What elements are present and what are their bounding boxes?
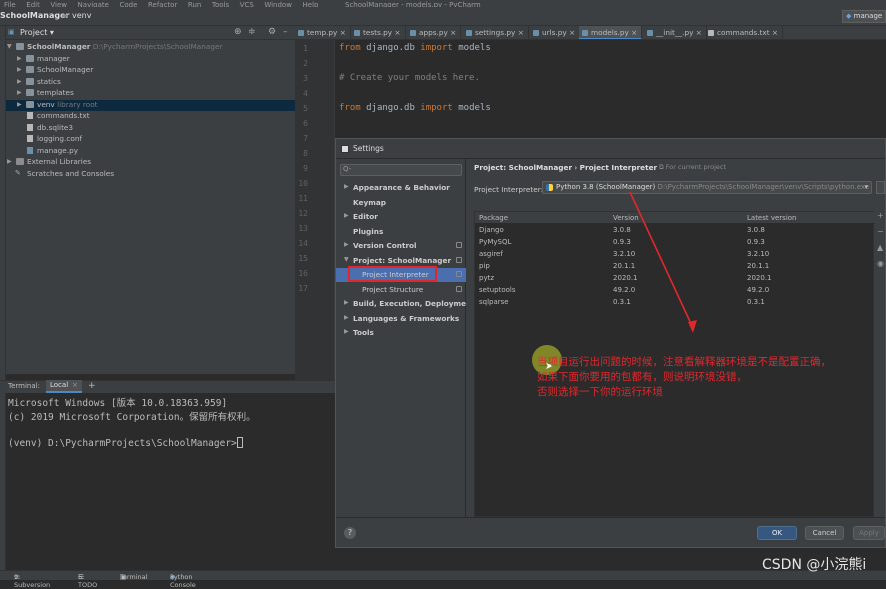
- annotation-line: 当项目运行出问题的时候，注意看解释器环境是不是配置正确，: [537, 356, 831, 368]
- arrow-head: [688, 320, 697, 333]
- annotation-arrow: [629, 191, 697, 333]
- annotation-line: 如果下面你要用的包都有，则说明环境没错，: [537, 371, 747, 383]
- arrow-line: [629, 191, 694, 329]
- annotation-note: 当项目运行出问题的时候，注意看解释器环境是不是配置正确， 如果下面你要用的包都有…: [537, 355, 877, 400]
- watermark: CSDN @小浣熊i: [762, 557, 867, 573]
- annotation-line: 否则选择一下你的运行环境: [537, 386, 663, 398]
